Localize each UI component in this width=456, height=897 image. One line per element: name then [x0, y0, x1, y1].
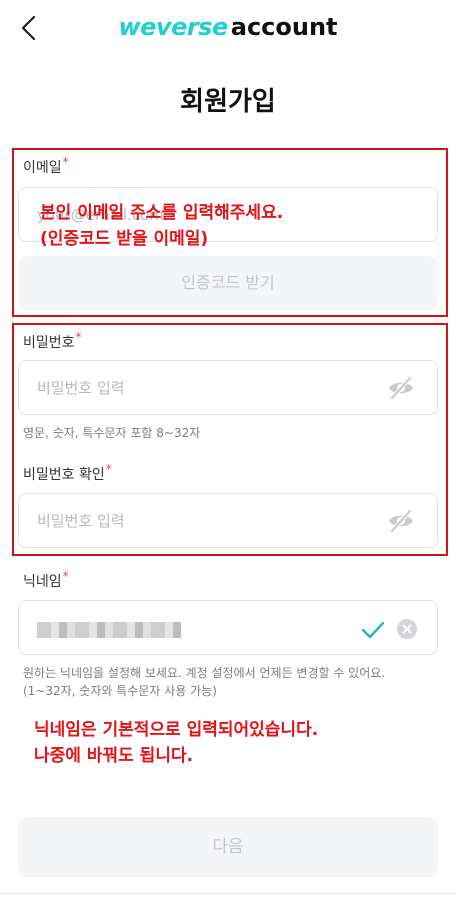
account-logo-text: account: [230, 13, 338, 41]
nickname-clear-button[interactable]: [396, 618, 418, 640]
nickname-hint-line1: 원하는 닉네임을 설정해 보세요. 계정 설정에서 언제든 변경할 수 있어요.: [23, 666, 386, 680]
nickname-value-blurred: [37, 622, 181, 638]
nickname-hint-line2: (1~32자, 숫자와 특수문자 사용 가능): [23, 684, 217, 698]
check-icon: [361, 621, 385, 639]
top-bar: weverse account: [0, 0, 456, 56]
nickname-valid-check: [359, 615, 387, 643]
clear-icon: [397, 619, 417, 639]
nickname-label: 닉네임*: [23, 569, 69, 592]
next-button[interactable]: 다음: [18, 817, 438, 877]
weverse-account-logo: weverse account: [0, 10, 456, 44]
bottom-divider: [0, 893, 456, 894]
nickname-annotation-text-line2: 나중에 바꿔도 됩니다.: [34, 746, 194, 766]
page-title: 회원가입: [180, 87, 276, 117]
email-annotation-text-line2: (인증코드 받을 이메일): [40, 229, 209, 249]
required-mark: *: [62, 569, 69, 583]
brand-logo-text: weverse: [118, 13, 228, 41]
nickname-field-box[interactable]: [18, 600, 438, 655]
password-annotation-box: [12, 323, 448, 556]
nickname-annotation-text-line1: 닉네임은 기본적으로 입력되어있습니다.: [34, 720, 319, 740]
email-annotation-text-line1: 본인 이메일 주소를 입력해주세요.: [40, 203, 284, 223]
nickname-label-text: 닉네임: [23, 574, 62, 590]
